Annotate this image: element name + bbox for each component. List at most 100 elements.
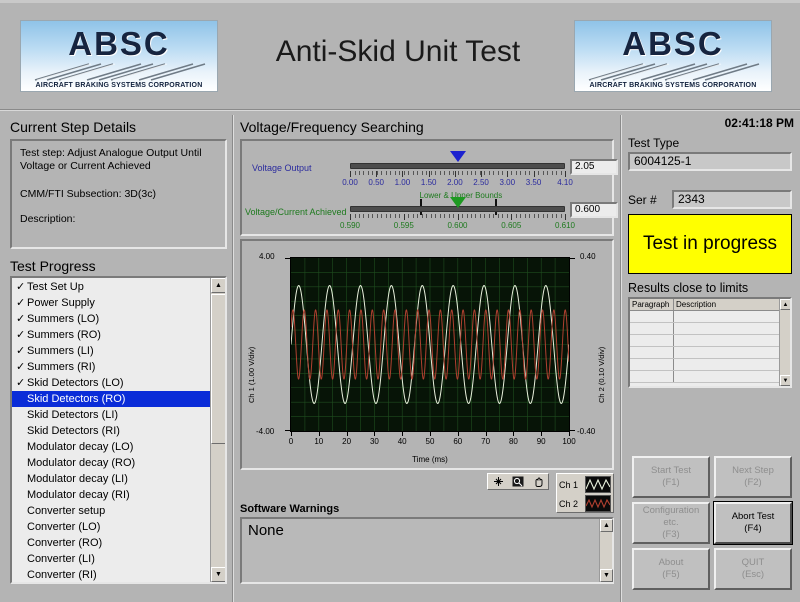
list-item[interactable]: Converter (RI) [12,567,210,582]
list-item[interactable]: Converter (LI) [12,551,210,567]
pan-tool-icon[interactable] [530,475,546,489]
application-window: ABSC AIRCRAFT BRAKING SYSTEMS CORPORATIO… [0,0,800,602]
cell-description [674,335,790,346]
y2-axis-max-label: 0.40 [580,252,596,261]
x-tick-label: 100 [562,437,576,446]
scroll-up-icon[interactable]: ▲ [780,299,790,310]
button-key: (F3) [662,529,680,540]
y2-axis-min-label: -0.40 [577,427,596,436]
x-tick [485,432,487,436]
waveform-graph-panel: 4.00 -4.00 0.40 -0.40 Ch 1 (1.00 V/div) … [240,239,614,470]
list-item[interactable]: Converter setup [12,503,210,519]
list-item[interactable]: Modulator decay (LI) [12,471,210,487]
table-row[interactable] [630,335,790,347]
serial-label: Ser # [628,193,657,207]
status-badge: Test in progress [628,214,792,274]
scroll-down-icon[interactable]: ▼ [780,375,790,386]
list-item[interactable]: Skid Detectors (LI) [12,407,210,423]
cell-paragraph [630,335,674,346]
list-item[interactable]: ✓ Summers (RI) [12,359,210,375]
results-table[interactable]: Paragraph Description ▲ ▼ [628,297,792,388]
logo-tagline: AIRCRAFT BRAKING SYSTEMS CORPORATION [589,82,757,89]
list-item-label: Modulator decay (LO) [27,441,134,453]
list-item[interactable]: ✓ Summers (LO) [12,311,210,327]
page-title: Anti-Skid Unit Test [275,35,521,68]
achieved-thumb[interactable] [449,197,466,208]
waveform-graph: 4.00 -4.00 0.40 -0.40 Ch 1 (1.00 V/div) … [246,245,610,467]
results-table-body [630,311,790,383]
test-progress-items[interactable]: ✓ Test Set Up ✓ Power Supply ✓ Summers (LO) ✓ S… [12,278,210,582]
list-item[interactable]: Modulator decay (LO) [12,439,210,455]
plot-area[interactable] [290,257,570,432]
list-item-label: Converter (RO) [27,537,103,549]
list-item[interactable]: Skid Detectors (RI) [12,423,210,439]
legend-row-ch2[interactable]: Ch 2 [559,494,613,513]
cursor-tool-icon[interactable] [490,475,506,489]
scroll-down-icon[interactable]: ▼ [600,569,613,582]
serial-field[interactable]: 2343 [672,190,792,209]
scroll-up-icon[interactable]: ▲ [600,519,613,532]
list-item[interactable]: Modulator decay (RI) [12,487,210,503]
scroll-down-icon[interactable]: ▼ [211,567,225,582]
voltage-output-track[interactable] [350,163,565,169]
scrollbar-thumb[interactable] [211,294,225,444]
zoom-tool-icon[interactable] [510,475,526,489]
list-item[interactable]: ✓ Skid Detectors (LO) [12,375,210,391]
voltage-output-thumb[interactable] [449,151,466,162]
table-row[interactable] [630,359,790,371]
list-item-label: Modulator decay (LI) [27,473,128,485]
abort-test-button[interactable]: Abort Test (F4) [713,501,793,545]
test-progress-list[interactable]: ✓ Test Set Up ✓ Power Supply ✓ Summers (LO) ✓ S… [10,276,227,584]
current-step-panel: Test step: Adjust Analogue Output Until … [10,139,227,249]
list-item[interactable]: ✓ Test Set Up [12,279,210,295]
list-item[interactable]: Converter (RO) [12,535,210,551]
button-key: (F1) [662,477,680,488]
list-item-label: Converter (LO) [27,521,101,533]
list-item-label: Skid Detectors (LO) [27,377,124,389]
list-item[interactable]: Skid Detectors (RO) [12,391,210,407]
test-progress-group-label: Test Progress [10,258,96,274]
graph-toolbar[interactable] [487,473,549,490]
list-item[interactable]: ✓ Power Supply [12,295,210,311]
test-type-field[interactable]: 6004125-1 [628,152,792,171]
list-item[interactable]: ✓ Summers (LI) [12,343,210,359]
list-item[interactable]: Converter (LO) [12,519,210,535]
legend-row-ch1[interactable]: Ch 1 [559,475,613,494]
graph-legend[interactable]: Ch 1 Ch 2 [556,473,614,513]
x-tick [569,432,570,436]
button-label: Configuration etc. [642,505,700,528]
list-item-label: Modulator decay (RI) [27,489,130,501]
logo-wordmark: ABSC [68,25,170,62]
warnings-scrollbar[interactable]: ▲ ▼ [599,519,613,582]
list-item[interactable]: Modulator decay (RO) [12,455,210,471]
x-tick [346,432,348,436]
quit-button: QUIT (Esc) [714,548,792,590]
list-item[interactable]: ✓ Summers (RO) [12,327,210,343]
software-warnings-panel[interactable]: None ▲ ▼ [240,517,614,584]
list-item-label: Skid Detectors (RO) [27,393,126,405]
results-group-label: Results close to limits [628,281,749,295]
x-tick-label: 30 [369,437,379,446]
cell-description [674,311,790,322]
scroll-up-icon[interactable]: ▲ [211,278,225,293]
list-item-label: Summers (LI) [27,345,94,357]
table-row[interactable] [630,323,790,335]
achieved-value[interactable]: 0.600 [570,202,618,218]
test-progress-scrollbar[interactable]: ▲ ▼ [210,278,225,582]
voltage-output-value[interactable]: 2.05 [570,159,618,175]
button-label: QUIT [741,557,765,568]
check-icon: ✓ [16,361,26,373]
results-scrollbar[interactable]: ▲ ▼ [779,299,790,386]
legend-label-ch1: Ch 1 [559,479,579,490]
x-tick [374,432,376,436]
right-column-divider [620,115,622,602]
button-key: (F5) [662,569,680,580]
logo-tagline: AIRCRAFT BRAKING SYSTEMS CORPORATION [35,82,203,89]
check-icon: ✓ [16,281,26,293]
y-tick-top [285,258,290,259]
table-row[interactable] [630,371,790,383]
list-item[interactable]: Discrete speed detectors (LO) [12,583,210,584]
x-tick-label: 70 [481,437,491,446]
table-row[interactable] [630,311,790,323]
table-row[interactable] [630,347,790,359]
